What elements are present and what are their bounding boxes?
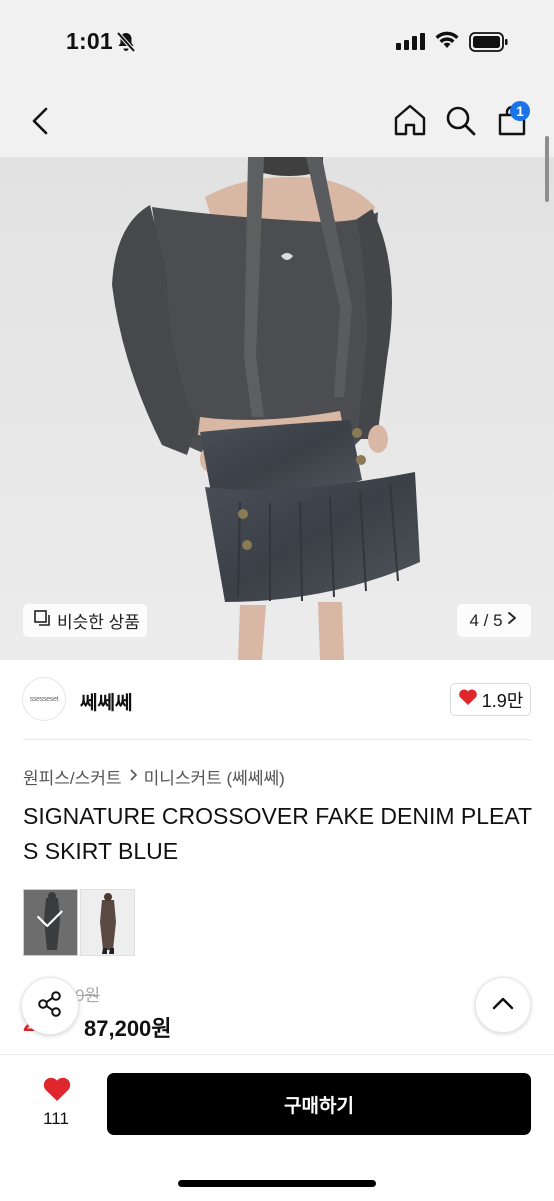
product-image[interactable]	[0, 157, 554, 660]
wishlist-button[interactable]	[38, 1076, 76, 1107]
wishlist-count: 111	[43, 1109, 69, 1128]
home-indicator	[178, 1180, 376, 1187]
scroll-to-top-button[interactable]	[475, 977, 531, 1033]
image-counter-text: 4 / 5	[469, 610, 503, 630]
brand-like-button[interactable]: 1.9만	[450, 683, 531, 716]
breadcrumb-category[interactable]: 원피스/스커트	[23, 764, 122, 789]
breadcrumb-sub-category[interactable]: 미니스커트 (쎄쎄쎄)	[144, 764, 285, 789]
back-chevron-icon[interactable]	[28, 106, 54, 141]
battery-icon	[469, 32, 509, 57]
color-option-thumbnail-selected[interactable]	[23, 889, 78, 956]
wifi-icon	[434, 30, 460, 55]
brand-name[interactable]: 쎄쎄쎄	[80, 688, 132, 715]
chevron-right-icon	[128, 767, 138, 787]
chevron-up-icon	[491, 995, 515, 1016]
chevron-right-icon	[505, 610, 519, 631]
buy-button[interactable]: 구매하기	[107, 1073, 531, 1135]
product-title: SIGNATURE CROSSOVER FAKE DENIM PLEATS SK…	[23, 803, 533, 864]
share-icon	[36, 990, 64, 1023]
status-bar: 1:01	[0, 0, 554, 86]
status-time: 1:01	[66, 28, 113, 54]
cart-count-badge: 1	[510, 101, 530, 121]
home-icon[interactable]	[393, 104, 427, 141]
heart-icon	[458, 688, 478, 711]
similar-items-icon	[33, 609, 51, 632]
similar-products-button[interactable]: 비슷한 상품	[23, 604, 147, 637]
cellular-signal-icon	[396, 33, 425, 50]
image-counter[interactable]: 4 / 5	[457, 604, 531, 637]
heart-icon	[42, 1077, 72, 1106]
share-button[interactable]	[21, 977, 79, 1035]
search-icon[interactable]	[445, 105, 477, 142]
divider	[23, 739, 531, 740]
breadcrumb: 원피스/스커트 미니스커트 (쎄쎄쎄)	[23, 764, 285, 789]
brand-like-count: 1.9만	[481, 690, 524, 711]
sale-price: 87,200원	[84, 1016, 172, 1041]
color-option-thumbnail[interactable]	[80, 889, 135, 956]
page-scrollbar[interactable]	[545, 136, 549, 202]
bell-muted-icon	[116, 31, 136, 58]
brand-logo[interactable]: ssesseset	[22, 677, 66, 721]
similar-products-label: 비슷한 상품	[57, 613, 140, 632]
